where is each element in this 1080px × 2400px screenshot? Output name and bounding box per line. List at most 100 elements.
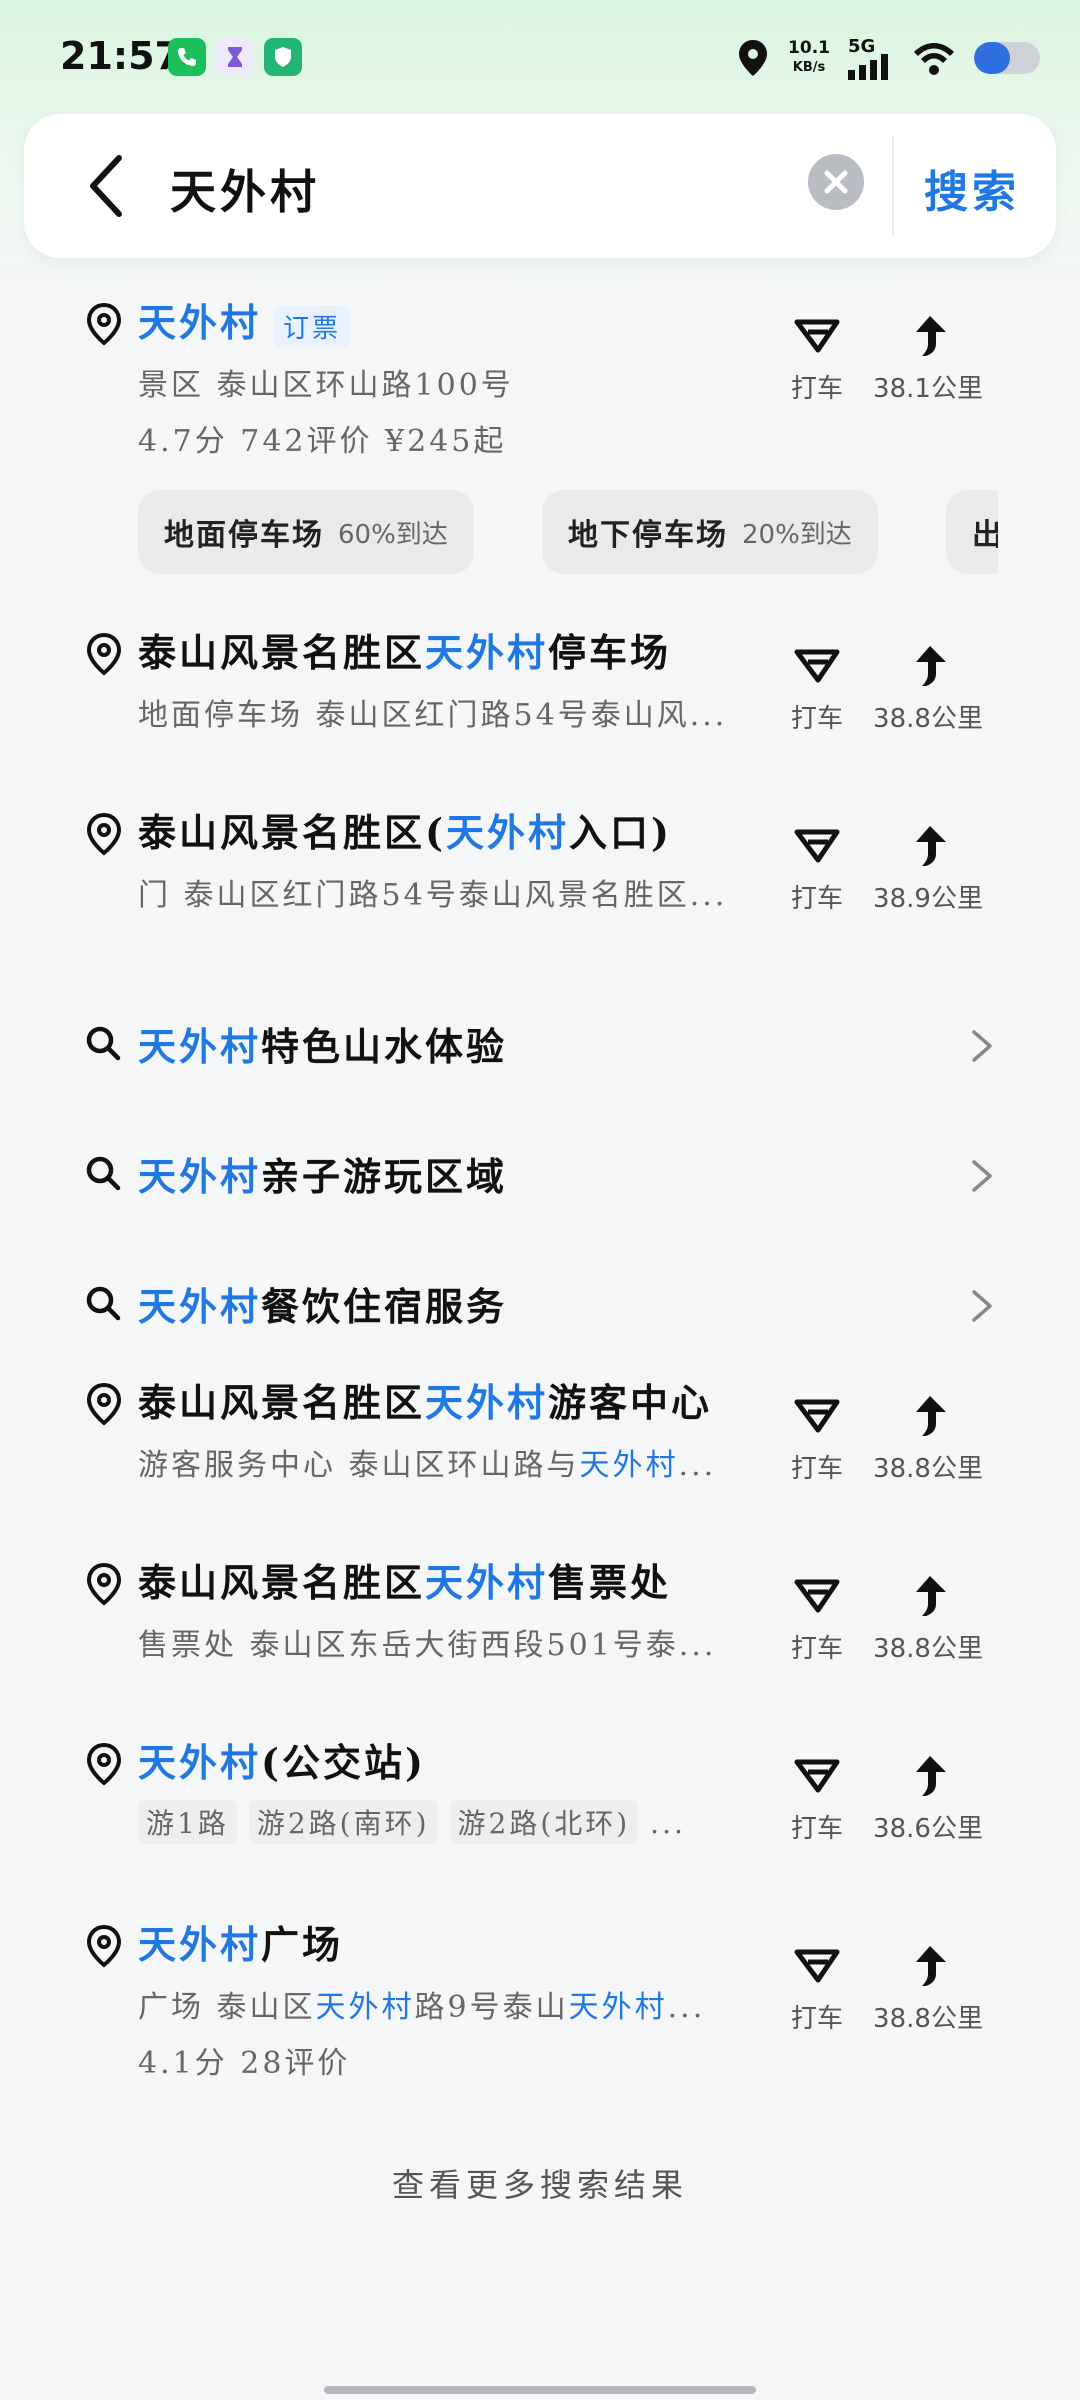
back-arrow-icon — [90, 155, 122, 217]
distance-label: 38.8公里 — [873, 704, 983, 734]
suggestion-item[interactable]: 天外村餐饮住宿服务 — [0, 1250, 1080, 1370]
parking-chip[interactable]: 地面停车场 60%到达 — [138, 490, 474, 574]
chevron-right-icon — [970, 1288, 994, 1324]
navigate-arrow-icon — [868, 824, 988, 868]
navigate-button[interactable]: 38.8公里 — [868, 1574, 988, 1665]
result-item[interactable]: 泰山风景名胜区天外村游客中心 游客服务中心 泰山区环山路与天外村... 打车 38.8… — [0, 1378, 1080, 1548]
result-item[interactable]: 泰山风景名胜区天外村停车场地面停车场 泰山区红门路54号泰山风... 打车 38.8… — [0, 628, 1080, 798]
clear-button[interactable] — [808, 154, 864, 210]
distance-label: 38.6公里 — [873, 1814, 983, 1844]
result-title: 天外村广场 — [138, 1914, 343, 1969]
result-address: 售票处 泰山区东岳大街西段501号泰... — [138, 1620, 716, 1664]
highlight-text: 天外村 — [138, 1922, 262, 1967]
home-indicator[interactable] — [324, 2386, 756, 2394]
chip-percent: 20%到达 — [742, 519, 852, 550]
taxi-label: 打车 — [790, 1814, 843, 1844]
result-rating: 4.7分 742评价 ¥245起 — [138, 424, 507, 459]
distance-label: 38.9公里 — [873, 884, 983, 914]
result-title: 天外村(公交站) — [138, 1732, 426, 1787]
highlight-text: 天外村 — [138, 1740, 262, 1785]
search-button[interactable]: 搜索 — [924, 156, 1020, 220]
navigate-button[interactable]: 38.6公里 — [868, 1754, 988, 1845]
chip-percent: 60%到达 — [338, 519, 448, 550]
result-item[interactable]: 天外村 订票 景区 泰山区环山路100号 4.7分 742评价 ¥245起 打车 38.1… — [0, 298, 1080, 468]
location-icon — [739, 40, 768, 76]
title-text: 停车场 — [548, 630, 672, 675]
taxi-button[interactable]: 打车 — [784, 644, 850, 735]
taxi-icon — [784, 1754, 850, 1798]
highlight-text: 天外村 — [425, 1380, 549, 1425]
title-text: 售票处 — [548, 1560, 672, 1605]
title-text: 游客服务中心 泰山区环山路与 — [138, 1448, 580, 1483]
taxi-label: 打车 — [790, 1634, 843, 1664]
suggestion-item[interactable]: 天外村亲子游玩区域 — [0, 1120, 1080, 1240]
bus-routes: 游1路 游2路(南环) 游2路(北环)... — [138, 1800, 686, 1844]
title-text: 广场 泰山区 — [138, 1990, 316, 2025]
location-pin-icon — [84, 1924, 124, 1968]
taxi-button[interactable]: 打车 — [784, 1574, 850, 1665]
taxi-icon — [784, 824, 850, 868]
highlight-text: 天外村 — [579, 1448, 679, 1483]
status-time: 21:57 — [60, 34, 181, 78]
title-text: 地面停车场 泰山区红门路54号泰山风... — [138, 698, 728, 733]
title-text: 售票处 泰山区东岳大街西段501号泰... — [138, 1628, 717, 1663]
navigate-arrow-icon — [868, 644, 988, 688]
title-text: 泰山风景名胜区 — [138, 630, 426, 675]
taxi-label: 打车 — [790, 704, 843, 734]
parking-chip[interactable]: 出 — [946, 490, 998, 574]
navigate-button[interactable]: 38.8公里 — [868, 1394, 988, 1485]
title-text: 亲子游玩区域 — [261, 1154, 508, 1199]
navigate-button[interactable]: 38.9公里 — [868, 824, 988, 915]
taxi-label: 打车 — [790, 1454, 843, 1484]
highlight-text: 天外村 — [568, 1990, 668, 2025]
taxi-button[interactable]: 打车 — [784, 314, 850, 405]
highlight-text: 天外村 — [138, 1154, 262, 1199]
taxi-label: 打车 — [790, 2004, 843, 2034]
hourglass-app-icon — [216, 38, 254, 76]
location-pin-icon — [84, 632, 124, 676]
navigate-arrow-icon — [868, 1394, 988, 1438]
result-title: 天外村特色山水体验 — [138, 1016, 507, 1071]
result-item[interactable]: 泰山风景名胜区(天外村入口) 门 泰山区红门路54号泰山风景名胜区... 打车 38.… — [0, 808, 1080, 978]
chip-name: 地下停车场 — [568, 518, 728, 553]
status-bar: 21:57 10.1 KB/s 5G — [0, 0, 1080, 112]
taxi-button[interactable]: 打车 — [784, 824, 850, 915]
result-address: 广场 泰山区天外村路9号泰山天外村... — [138, 1982, 705, 2026]
navigate-button[interactable]: 38.8公里 — [868, 1944, 988, 2035]
phone-app-icon — [168, 38, 206, 76]
location-pin-icon — [84, 302, 124, 346]
back-button[interactable] — [70, 150, 140, 222]
taxi-button[interactable]: 打车 — [784, 1944, 850, 2035]
navigate-button[interactable]: 38.8公里 — [868, 644, 988, 735]
distance-label: 38.8公里 — [873, 1634, 983, 1664]
title-text: 餐饮住宿服务 — [261, 1284, 508, 1329]
distance-label: 38.1公里 — [873, 374, 983, 404]
battery-icon — [974, 42, 1040, 74]
title-text: 广场 — [261, 1922, 344, 1967]
result-item[interactable]: 天外村(公交站) 游1路 游2路(南环) 游2路(北环)... 打车 38.6公里 — [0, 1738, 1080, 1908]
result-address: 地面停车场 泰山区红门路54号泰山风... — [138, 690, 727, 734]
taxi-button[interactable]: 打车 — [784, 1754, 850, 1845]
result-item[interactable]: 天外村广场 广场 泰山区天外村路9号泰山天外村... 4.1分 28评价 打车 38.8… — [0, 1920, 1080, 2090]
more-results-link[interactable]: 查看更多搜索结果 — [0, 2160, 1080, 2206]
result-address: 游客服务中心 泰山区环山路与天外村... — [138, 1440, 716, 1484]
suggestion-item[interactable]: 天外村特色山水体验 — [0, 990, 1080, 1110]
result-title: 泰山风景名胜区(天外村入口) — [138, 802, 672, 857]
taxi-button[interactable]: 打车 — [784, 1394, 850, 1485]
parking-chips: 地面停车场 60%到达 地下停车场 20%到达 出 — [138, 490, 998, 576]
navigate-button[interactable]: 38.1公里 — [868, 314, 988, 405]
highlight-text: 天外村 — [425, 630, 549, 675]
result-rating: 4.1分 28评价 — [138, 2046, 351, 2081]
parking-chip[interactable]: 地下停车场 20%到达 — [542, 490, 878, 574]
title-text: 泰山风景名胜区( — [138, 810, 446, 855]
title-text: ... — [678, 1448, 717, 1483]
status-right: 10.1 KB/s 5G — [736, 30, 1040, 86]
search-icon — [84, 1154, 122, 1192]
result-item[interactable]: 泰山风景名胜区天外村售票处 售票处 泰山区东岳大街西段501号泰... 打车 38.8… — [0, 1558, 1080, 1728]
ticket-badge[interactable]: 订票 — [273, 306, 352, 347]
search-input[interactable]: 天外村 — [170, 156, 320, 222]
divider — [892, 136, 894, 236]
highlight-text: 天外村 — [138, 1284, 262, 1329]
title-text: 入口) — [569, 810, 672, 855]
title-text: 游客中心 — [548, 1380, 713, 1425]
